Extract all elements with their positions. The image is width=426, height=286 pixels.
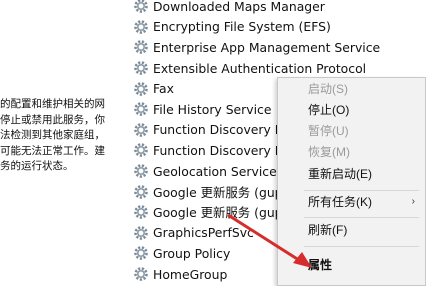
service-row[interactable]: Encrypting File System (EFS) [133, 17, 426, 38]
service-name: File History Service [153, 101, 272, 117]
description-line: 务的运行状态。 [0, 160, 74, 172]
gear-icon [134, 205, 148, 220]
gear-icon [134, 81, 148, 96]
service-name: Geolocation Service [153, 163, 277, 179]
gear-icon [134, 102, 148, 117]
gear-icon [134, 267, 148, 281]
gear-icon [134, 0, 148, 14]
service-name: Extensible Authentication Protocol [153, 60, 367, 76]
service-description: 的配置和维护相关的网 停止或禁用此服务，你 法检测到其他家庭组， 可能无法正常工… [0, 97, 128, 175]
gear-icon [134, 226, 148, 240]
service-name: Enterprise App Management Service [153, 39, 381, 55]
service-name: GraphicsPerfSvc [153, 225, 254, 241]
service-name: Fax [153, 81, 174, 97]
service-row[interactable]: Enterprise App Management Service [133, 37, 426, 58]
description-line: 法检测到其他家庭组， [0, 129, 105, 141]
menu-separator [304, 190, 419, 191]
menu-item-refresh[interactable]: 刷新(F) [278, 220, 425, 240]
menu-item-stop[interactable]: 停止(O) [278, 100, 425, 120]
gear-icon [134, 40, 148, 55]
service-name: Function Discovery Re [153, 142, 291, 158]
gear-icon [134, 20, 148, 34]
service-name: Google 更新服务 (gup [153, 184, 283, 200]
gear-icon [134, 61, 148, 75]
description-line: 可能无法正常工作。建 [0, 144, 105, 157]
description-line: 停止或禁用此服务，你 [0, 113, 105, 126]
menu-item-resume[interactable]: 恢复(M) [278, 142, 425, 162]
menu-separator [304, 217, 419, 218]
menu-separator [304, 246, 419, 247]
chevron-right-icon: › [411, 196, 415, 207]
service-row[interactable]: Downloaded Maps Manager [133, 0, 426, 17]
menu-item-start[interactable]: 启动(S) [278, 79, 425, 99]
menu-item-restart[interactable]: 重新启动(E) [278, 164, 425, 184]
context-menu: 启动(S) 停止(O) 暂停(U) 恢复(M) 重新启动(E) 所有任务(K) … [277, 77, 426, 286]
gear-icon [134, 184, 148, 199]
menu-item-label: 所有任务(K) [308, 195, 372, 209]
service-name: Downloaded Maps Manager [153, 0, 325, 14]
service-row[interactable]: Extensible Authentication Protocol [133, 58, 426, 79]
service-name: Google 更新服务 (gup [153, 205, 283, 221]
gear-icon [134, 123, 148, 137]
gear-icon [134, 246, 148, 261]
menu-item-properties[interactable]: 属性 [278, 255, 425, 275]
gear-icon [134, 164, 148, 178]
menu-item-pause[interactable]: 暂停(U) [278, 121, 425, 141]
gear-icon [134, 143, 148, 158]
service-name: Encrypting File System (EFS) [153, 19, 331, 35]
service-name: Group Policy [153, 245, 231, 261]
description-line: 的配置和维护相关的网 [0, 98, 105, 110]
service-name: Function Discovery Pr [153, 122, 288, 138]
menu-item-all-tasks[interactable]: 所有任务(K) › [278, 192, 425, 212]
service-name: HomeGroup [153, 266, 228, 282]
